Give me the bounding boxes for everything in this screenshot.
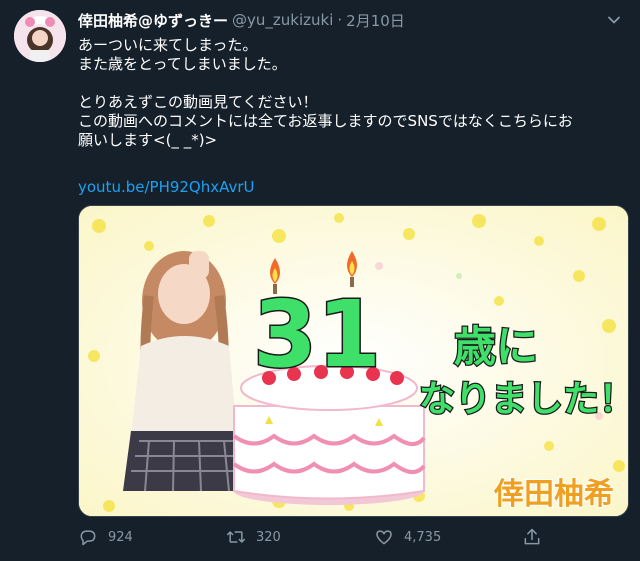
share-button[interactable] (522, 527, 562, 547)
retweet-count: 320 (256, 529, 281, 545)
tweet-line: あーついに来てしまった。 (78, 36, 258, 54)
like-count: 4,735 (404, 529, 442, 545)
headline-2: なりました！ (419, 379, 629, 420)
tweet-line: 願いします<(_ _*)> (78, 131, 218, 149)
heart-icon (376, 530, 392, 545)
display-name[interactable]: 倖田柚希@ゆずっきー (78, 10, 228, 31)
more-options-button[interactable] (604, 10, 624, 30)
avatar-image (14, 10, 66, 62)
video-card[interactable]: 31 歳に なりました！ 倖田柚希 (78, 205, 629, 517)
retweet-button[interactable]: 320 (226, 527, 374, 547)
tweet-line: この動画へのコメントには全てお返事しますのでSNSではなくこちらにお (78, 112, 573, 130)
signature: 倖田柚希 (493, 477, 614, 512)
tweet[interactable]: 倖田柚希@ゆずっきー @yu_zukizuki · 2月10日 あーついに来てし… (0, 0, 640, 561)
headline-1: 歳に (454, 322, 538, 371)
video-thumbnail: 31 歳に なりました！ 倖田柚希 (79, 206, 629, 516)
reply-button[interactable]: 924 (78, 527, 226, 547)
tweet-date[interactable]: 2月10日 (346, 10, 405, 31)
share-icon (524, 528, 540, 545)
youtube-link[interactable]: youtu.be/PH92QhxAvrU (78, 178, 255, 197)
retweet-icon (226, 531, 246, 543)
reply-icon (80, 530, 96, 546)
user-handle[interactable]: @yu_zukizuki (232, 11, 333, 29)
tweet-header: 倖田柚希@ゆずっきー @yu_zukizuki · 2月10日 (78, 9, 600, 31)
reply-count: 924 (108, 529, 133, 545)
tweet-line: とりあえずこの動画見てください！ (78, 93, 318, 111)
tweet-actions: 924 320 4,735 (78, 526, 626, 548)
tweet-line-gap (78, 74, 626, 93)
age-number: 31 (253, 281, 381, 388)
separator-dot: · (337, 11, 343, 29)
chevron-down-icon (608, 16, 620, 24)
tweet-text: あーついに来てしまった。 また歳をとってしまいました。 とりあえずこの動画見てく… (78, 36, 626, 150)
avatar[interactable] (14, 10, 66, 62)
like-button[interactable]: 4,735 (374, 527, 522, 547)
tweet-line: また歳をとってしまいました。 (78, 55, 287, 73)
